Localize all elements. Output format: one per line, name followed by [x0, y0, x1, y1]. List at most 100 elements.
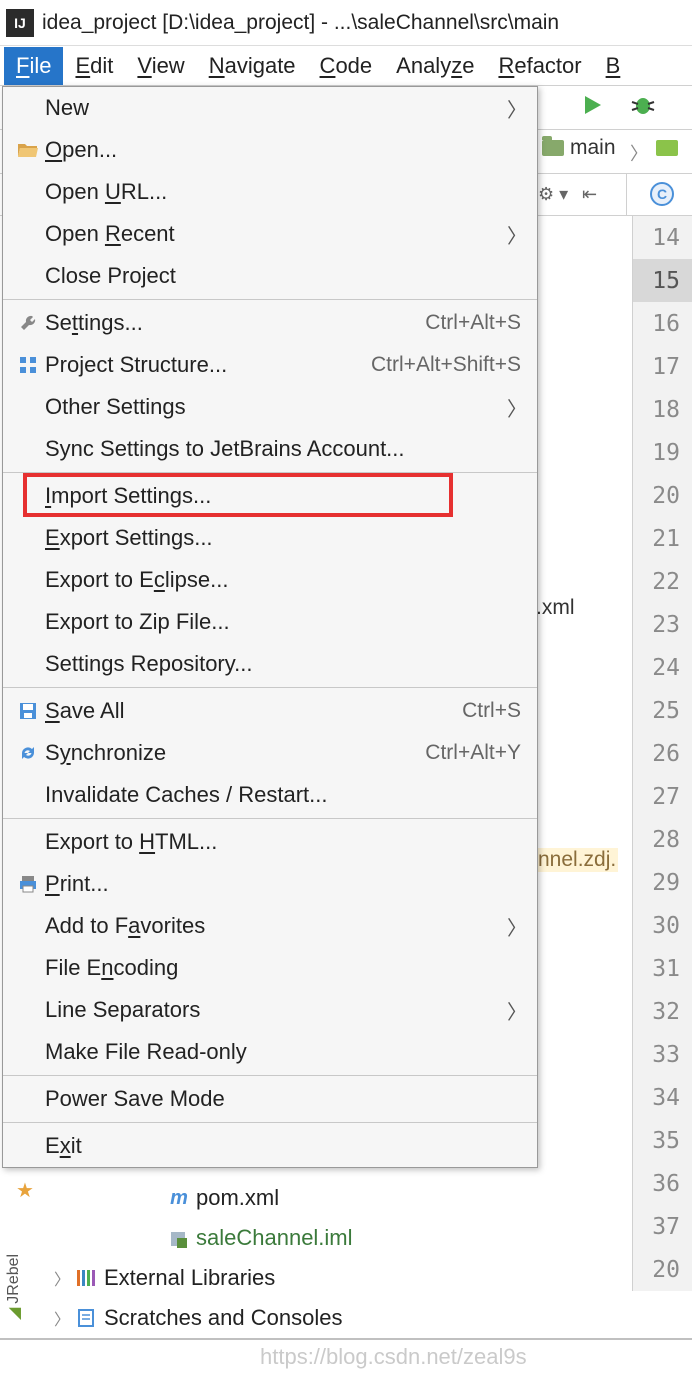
line-number[interactable]: 33 [633, 1033, 692, 1076]
gear-icon[interactable]: ⚙ ▾ [538, 184, 568, 205]
menu-item-settings[interactable]: Settings...Ctrl+Alt+S [3, 302, 537, 344]
menu-item-new[interactable]: New〉 [3, 87, 537, 129]
line-number[interactable]: 20 [633, 1248, 692, 1291]
menu-item-synchronize[interactable]: SynchronizeCtrl+Alt+Y [3, 732, 537, 774]
line-number[interactable]: 26 [633, 732, 692, 775]
line-number[interactable]: 20 [633, 474, 692, 517]
menu-b[interactable]: B [594, 47, 633, 85]
menu-item-sync-settings-to-jetbrains-account[interactable]: Sync Settings to JetBrains Account... [3, 428, 537, 470]
file-type-icon[interactable]: C [650, 182, 674, 206]
line-number[interactable]: 16 [633, 302, 692, 345]
menu-item-label: Print... [45, 871, 527, 897]
menu-navigate[interactable]: Navigate [197, 47, 308, 85]
submenu-arrow-icon: 〉 [507, 996, 527, 1025]
file-menu-dropdown: New〉Open...Open URL...Open Recent〉Close … [2, 86, 538, 1168]
menu-item-print[interactable]: Print... [3, 863, 537, 905]
menu-item-label: Save All [45, 698, 462, 724]
line-number[interactable]: 25 [633, 689, 692, 732]
folder-icon[interactable] [656, 140, 678, 156]
submenu-arrow-icon: 〉 [507, 94, 527, 123]
project-tree: m pom.xml saleChannel.iml 〉 External Lib… [0, 1178, 630, 1338]
menu-item-label: New [45, 95, 503, 121]
menu-item-open[interactable]: Open... [3, 129, 537, 171]
menu-item-export-to-html[interactable]: Export to HTML... [3, 821, 537, 863]
expand-icon[interactable]: 〉 [54, 1306, 70, 1330]
menu-refactor[interactable]: Refactor [486, 47, 593, 85]
tool-window-tab-jrebel[interactable]: ◢ JRebel [4, 1254, 24, 1320]
debug-icon[interactable] [630, 94, 656, 116]
menu-analyze[interactable]: Analyze [384, 47, 486, 85]
line-number[interactable]: 27 [633, 775, 692, 818]
menu-code[interactable]: Code [308, 47, 385, 85]
run-icon[interactable] [582, 94, 604, 116]
menu-item-project-structure[interactable]: Project Structure...Ctrl+Alt+Shift+S [3, 344, 537, 386]
window-title: idea_project [D:\idea_project] - ...\sal… [42, 11, 559, 35]
collapse-icon[interactable]: ⇤ [582, 184, 597, 205]
line-number[interactable]: 37 [633, 1205, 692, 1248]
line-number[interactable]: 29 [633, 861, 692, 904]
menu-view[interactable]: View [125, 47, 196, 85]
line-number[interactable]: 24 [633, 646, 692, 689]
line-number[interactable]: 31 [633, 947, 692, 990]
menu-item-export-to-zip-file[interactable]: Export to Zip File... [3, 601, 537, 643]
project-node-scratches[interactable]: 〉 Scratches and Consoles [0, 1298, 630, 1338]
line-number[interactable]: 14 [633, 216, 692, 259]
menu-item-open-recent[interactable]: Open Recent〉 [3, 213, 537, 255]
menu-item-label: Synchronize [45, 740, 425, 766]
menu-item-open-url[interactable]: Open URL... [3, 171, 537, 213]
menu-item-line-separators[interactable]: Line Separators〉 [3, 989, 537, 1031]
expand-icon[interactable]: 〉 [54, 1266, 70, 1290]
menu-item-close-project[interactable]: Close Project [3, 255, 537, 297]
menu-item-label: Project Structure... [45, 352, 371, 378]
breadcrumb-label: main [570, 136, 616, 160]
menubar: FileEditViewNavigateCodeAnalyzeRefactorB [0, 46, 692, 86]
chevron-right-icon: 〉 [630, 140, 648, 166]
menu-item-export-settings[interactable]: Export Settings... [3, 517, 537, 559]
scratches-icon [76, 1307, 98, 1329]
project-node-external-libraries[interactable]: 〉 External Libraries [0, 1258, 630, 1298]
menu-item-export-to-eclipse[interactable]: Export to Eclipse... [3, 559, 537, 601]
menu-item-other-settings[interactable]: Other Settings〉 [3, 386, 537, 428]
line-number[interactable]: 15 [633, 259, 692, 302]
menu-item-save-all[interactable]: Save AllCtrl+S [3, 690, 537, 732]
menu-item-import-settings[interactable]: Import Settings... [3, 475, 537, 517]
menu-file[interactable]: File [4, 47, 63, 85]
menu-item-label: Import Settings... [45, 483, 527, 509]
line-number[interactable]: 23 [633, 603, 692, 646]
breadcrumb-item-main[interactable]: main [542, 136, 616, 160]
line-number[interactable]: 34 [633, 1076, 692, 1119]
line-number[interactable]: 19 [633, 431, 692, 474]
line-number[interactable]: 32 [633, 990, 692, 1033]
app-icon: IJ [6, 9, 34, 37]
menu-item-exit[interactable]: Exit [3, 1125, 537, 1167]
project-file-pom[interactable]: m pom.xml [0, 1178, 630, 1218]
menu-item-label: Make File Read-only [45, 1039, 527, 1065]
statusbar-divider [0, 1338, 692, 1340]
line-number[interactable]: 30 [633, 904, 692, 947]
submenu-arrow-icon: 〉 [507, 220, 527, 249]
menu-item-add-to-favorites[interactable]: Add to Favorites〉 [3, 905, 537, 947]
menu-item-make-file-read-only[interactable]: Make File Read-only [3, 1031, 537, 1073]
menu-item-label: Export to HTML... [45, 829, 527, 855]
file-label: saleChannel.iml [196, 1225, 353, 1251]
line-number[interactable]: 17 [633, 345, 692, 388]
menu-item-label: Settings Repository... [45, 651, 527, 677]
menu-item-label: Line Separators [45, 997, 503, 1023]
menu-item-invalidate-caches-restart[interactable]: Invalidate Caches / Restart... [3, 774, 537, 816]
menu-item-label: Open Recent [45, 221, 503, 247]
menu-edit[interactable]: Edit [63, 47, 125, 85]
line-number[interactable]: 21 [633, 517, 692, 560]
menu-item-label: Open URL... [45, 179, 527, 205]
menu-item-power-save-mode[interactable]: Power Save Mode [3, 1078, 537, 1120]
line-number[interactable]: 35 [633, 1119, 692, 1162]
line-number[interactable]: 18 [633, 388, 692, 431]
line-number[interactable]: 36 [633, 1162, 692, 1205]
line-number[interactable]: 22 [633, 560, 692, 603]
menu-item-file-encoding[interactable]: File Encoding [3, 947, 537, 989]
submenu-arrow-icon: 〉 [507, 393, 527, 422]
menu-item-label: Other Settings [45, 394, 503, 420]
editor-gutter: 1415161718192021222324252627282930313233… [632, 216, 692, 1291]
line-number[interactable]: 28 [633, 818, 692, 861]
project-file-iml[interactable]: saleChannel.iml [0, 1218, 630, 1258]
menu-item-settings-repository[interactable]: Settings Repository... [3, 643, 537, 685]
